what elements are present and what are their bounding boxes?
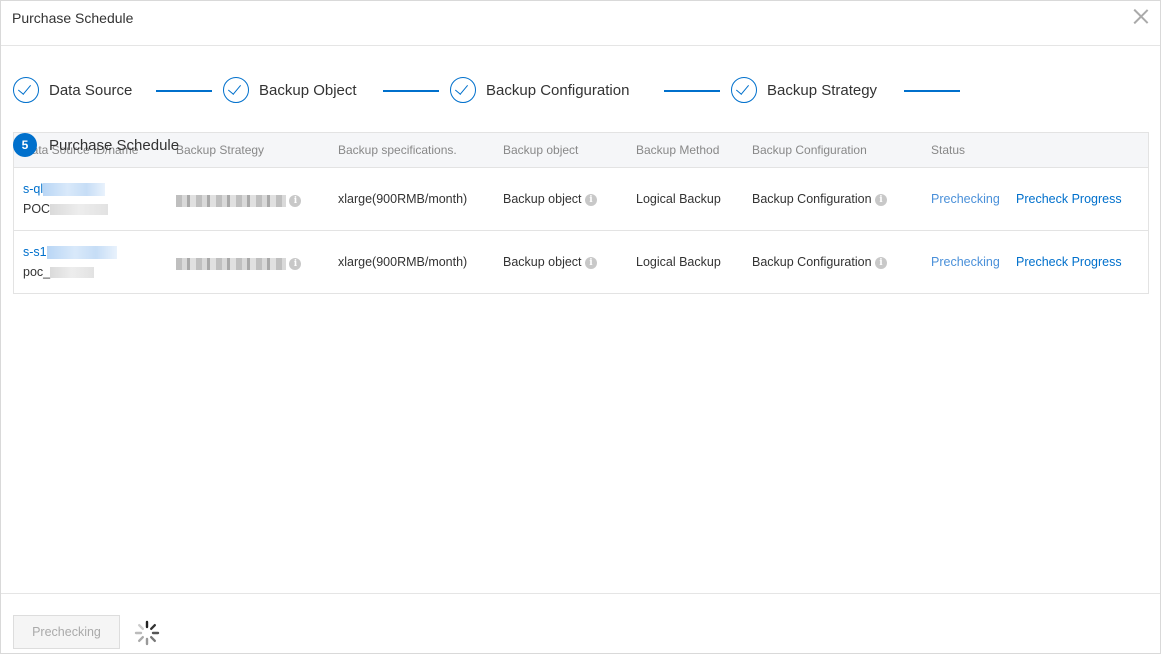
prechecking-button[interactable]: Prechecking: [13, 615, 120, 649]
schedule-table: Data Source ID/name Backup Strategy Back…: [13, 132, 1149, 294]
check-circle-icon: [731, 77, 757, 103]
info-icon[interactable]: i: [875, 256, 888, 269]
backup-spec: xlarge(900RMB/month): [338, 192, 468, 206]
source-id-link[interactable]: s-ql: [23, 182, 106, 197]
backup-strategy-value: i: [176, 256, 302, 270]
source-id-link[interactable]: s-s1: [23, 245, 117, 260]
step-label: Data Source: [49, 81, 133, 99]
table-row: s-ql POC i xlarge(900RMB/month) Backup o…: [14, 168, 1148, 231]
step-label: Purchase Schedule: [49, 136, 180, 154]
step-label: Backup Configuration: [486, 81, 630, 99]
step-label: Backup Object: [259, 81, 357, 99]
backup-object: Backup object i: [503, 255, 598, 269]
column-header: Backup Configuration: [752, 143, 867, 157]
column-header: Backup specifications.: [338, 143, 457, 157]
step-connector: [664, 90, 720, 92]
step-label: Backup Strategy: [767, 81, 878, 99]
check-circle-icon: [13, 77, 39, 103]
status-prechecking: Prechecking: [931, 192, 1000, 206]
check-circle-icon: [450, 77, 476, 103]
backup-object: Backup object i: [503, 192, 598, 206]
step-backup-strategy: Backup Strategy: [731, 77, 877, 103]
step-data-source: Data Source: [13, 77, 132, 103]
close-icon[interactable]: [1132, 7, 1150, 25]
info-icon[interactable]: i: [585, 256, 598, 269]
dialog-footer: Prechecking: [1, 593, 1160, 653]
step-connector: [383, 90, 439, 92]
precheck-progress-link[interactable]: Precheck Progress: [1016, 192, 1122, 206]
step-backup-object: Backup Object: [223, 77, 357, 103]
info-icon[interactable]: i: [585, 193, 598, 206]
column-header: Backup Method: [636, 143, 720, 157]
step-number-badge: 5: [13, 133, 37, 157]
table-header: Data Source ID/name Backup Strategy Back…: [14, 133, 1148, 168]
backup-method: Logical Backup: [636, 255, 721, 269]
step-connector: [156, 90, 212, 92]
step-connector: [904, 90, 960, 92]
step-backup-configuration: Backup Configuration: [450, 77, 629, 103]
backup-strategy-value: i: [176, 193, 302, 207]
info-icon[interactable]: i: [289, 257, 302, 270]
loading-spinner-icon: [134, 620, 160, 646]
precheck-progress-link[interactable]: Precheck Progress: [1016, 255, 1122, 269]
column-header: Backup object: [503, 143, 579, 157]
check-circle-icon: [223, 77, 249, 103]
purchase-dialog: Purchase Schedule Data Source Backup Obj…: [0, 0, 1161, 654]
backup-configuration: Backup Configuration i: [752, 255, 888, 269]
info-icon[interactable]: i: [875, 193, 888, 206]
column-header: Status: [931, 143, 966, 157]
dialog-header: Purchase Schedule: [1, 1, 1160, 46]
column-header: Backup Strategy: [176, 143, 265, 157]
status-prechecking: Prechecking: [931, 255, 1000, 269]
dialog-title: Purchase Schedule: [12, 10, 134, 26]
info-icon[interactable]: i: [289, 194, 302, 207]
backup-spec: xlarge(900RMB/month): [338, 255, 468, 269]
source-name: POC: [23, 202, 109, 216]
backup-method: Logical Backup: [636, 192, 721, 206]
source-name: poc_: [23, 265, 95, 279]
step-purchase-schedule: 5 Purchase Schedule: [13, 133, 179, 157]
table-row: s-s1 poc_ i xlarge(900RMB/month) Backup …: [14, 231, 1148, 294]
backup-configuration: Backup Configuration i: [752, 192, 888, 206]
